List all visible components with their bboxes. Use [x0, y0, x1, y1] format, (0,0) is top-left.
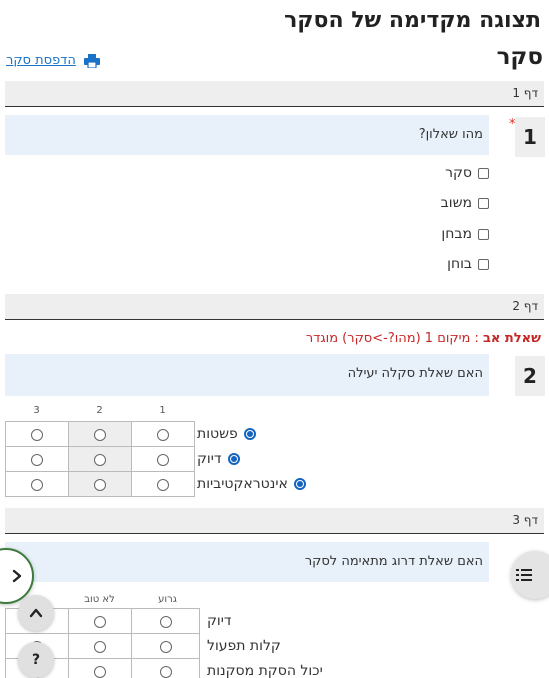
chevron-up-icon — [29, 608, 43, 618]
matrix-cell[interactable] — [68, 471, 132, 497]
q2-row-1[interactable]: פשטות — [197, 426, 256, 442]
q2-column-header-1: 1 — [159, 405, 166, 416]
q3-row-3: יכול הסקת מסקנות — [207, 663, 323, 678]
row-selected-radio[interactable] — [227, 453, 240, 465]
menu-button[interactable] — [511, 551, 549, 599]
q1-option-1[interactable]: סקר — [445, 165, 489, 181]
matrix-cell[interactable] — [68, 658, 132, 678]
q3-column-header-2: לא טוב — [84, 594, 115, 605]
matrix-cell[interactable] — [5, 471, 69, 497]
page-3-label: דף 3 — [512, 513, 538, 527]
radio-button[interactable] — [159, 616, 172, 628]
radio-button[interactable] — [94, 641, 106, 653]
q3-row-2: קלות תפעול — [207, 638, 281, 654]
chevron-right-icon — [12, 569, 22, 583]
radio-button[interactable] — [94, 666, 106, 678]
page-1-bar: דף 1 — [5, 81, 544, 107]
help-icon: ? — [31, 652, 41, 668]
q3-row-1-label: דיוק — [207, 613, 232, 629]
page-1-label: דף 1 — [512, 86, 538, 100]
row-selected-radio[interactable] — [243, 428, 256, 440]
page-2-label: דף 2 — [512, 299, 538, 313]
q2-column-header-2: 2 — [96, 405, 103, 416]
radio-button[interactable] — [94, 616, 106, 628]
radio-button[interactable] — [31, 454, 43, 466]
row-selected-radio[interactable] — [293, 478, 306, 490]
q2-row-1-label: פשטות — [197, 426, 238, 442]
survey-name: סקר — [496, 44, 543, 70]
matrix-cell[interactable] — [5, 421, 69, 447]
question-1-text: מהו שאלון? — [418, 127, 483, 142]
q1-option-1-label: סקר — [445, 165, 472, 181]
printer-icon — [83, 53, 100, 68]
question-1-number: 1 — [515, 117, 545, 157]
radio-button[interactable] — [159, 641, 172, 653]
q3-row-2-label: קלות תפעול — [207, 638, 281, 654]
q1-option-2-checkbox[interactable] — [478, 197, 489, 209]
radio-button[interactable] — [31, 479, 43, 491]
table-row — [5, 446, 195, 472]
q2-row-3-label: אינטראקטיביות — [197, 476, 288, 492]
print-survey-label[interactable]: הדפסת סקר — [6, 53, 76, 68]
q2-row-2[interactable]: דיוק — [197, 451, 240, 467]
matrix-cell[interactable] — [68, 633, 132, 659]
question-2-text: האם שאלת סקלה יעילה — [347, 366, 483, 381]
question-3-header: האם שאלת דרוג מתאימה לסקר — [5, 542, 489, 582]
q1-option-4-checkbox[interactable] — [478, 258, 489, 270]
q1-option-4-label: בוחן — [447, 256, 472, 272]
survey-preview: תצוגה מקדימה של הסקר סקר הדפסת סקר דף 1 … — [0, 0, 549, 678]
question-2-number: 2 — [515, 356, 545, 396]
matrix-cell[interactable] — [68, 421, 132, 447]
scroll-up-button[interactable] — [18, 595, 54, 631]
radio-button[interactable] — [94, 454, 106, 466]
q2-row-2-label: דיוק — [197, 451, 222, 467]
question-3-text: האם שאלת דרוג מתאימה לסקר — [304, 554, 483, 569]
q3-row-3-label: יכול הסקת מסקנות — [207, 663, 323, 678]
matrix-cell[interactable] — [131, 608, 200, 634]
question-1-header: מהו שאלון? — [5, 115, 489, 155]
radio-button[interactable] — [159, 666, 172, 678]
radio-button[interactable] — [94, 429, 106, 441]
q1-option-3-checkbox[interactable] — [478, 228, 489, 240]
radio-button[interactable] — [31, 429, 43, 441]
q1-option-3-label: מבחן — [441, 226, 472, 242]
matrix-cell[interactable] — [131, 471, 195, 497]
matrix-cell[interactable] — [68, 608, 132, 634]
matrix-cell[interactable] — [131, 446, 195, 472]
parent-question-label: שאלת אב — [483, 331, 541, 346]
q2-scale-matrix — [5, 421, 195, 497]
q3-column-header-1: גרוע — [158, 594, 177, 605]
page-3-bar: דף 3 — [5, 508, 544, 534]
q2-column-header-3: 3 — [33, 405, 40, 416]
matrix-cell[interactable] — [5, 446, 69, 472]
print-survey-link[interactable]: הדפסת סקר — [6, 53, 100, 68]
parent-question-text: : מיקום 1 (מהו?->סקר) מוגדר — [305, 331, 479, 346]
table-row — [5, 421, 195, 447]
q2-row-3[interactable]: אינטראקטיביות — [197, 476, 306, 492]
q1-option-3[interactable]: מבחן — [441, 226, 489, 242]
matrix-cell[interactable] — [131, 633, 200, 659]
required-marker: * — [509, 117, 516, 132]
matrix-cell[interactable] — [131, 421, 195, 447]
radio-button[interactable] — [94, 479, 106, 491]
question-2-header: האם שאלת סקלה יעילה — [5, 354, 489, 396]
q1-option-2[interactable]: משוב — [441, 195, 489, 211]
radio-button[interactable] — [157, 479, 169, 491]
q3-row-1: דיוק — [207, 613, 232, 629]
table-row — [5, 471, 195, 497]
radio-button[interactable] — [157, 454, 169, 466]
page-2-bar: דף 2 — [5, 294, 544, 320]
q1-option-2-label: משוב — [440, 195, 472, 211]
matrix-cell[interactable] — [68, 446, 132, 472]
help-button[interactable]: ? — [18, 642, 54, 678]
radio-button[interactable] — [157, 429, 169, 441]
matrix-cell[interactable] — [131, 658, 200, 678]
q1-option-4[interactable]: בוחן — [447, 256, 489, 272]
page-title: תצוגה מקדימה של הסקר — [284, 8, 541, 33]
parent-question-logic: שאלת אב : מיקום 1 (מהו?->סקר) מוגדר — [306, 331, 541, 346]
list-icon — [516, 569, 532, 581]
q1-option-1-checkbox[interactable] — [478, 167, 489, 179]
